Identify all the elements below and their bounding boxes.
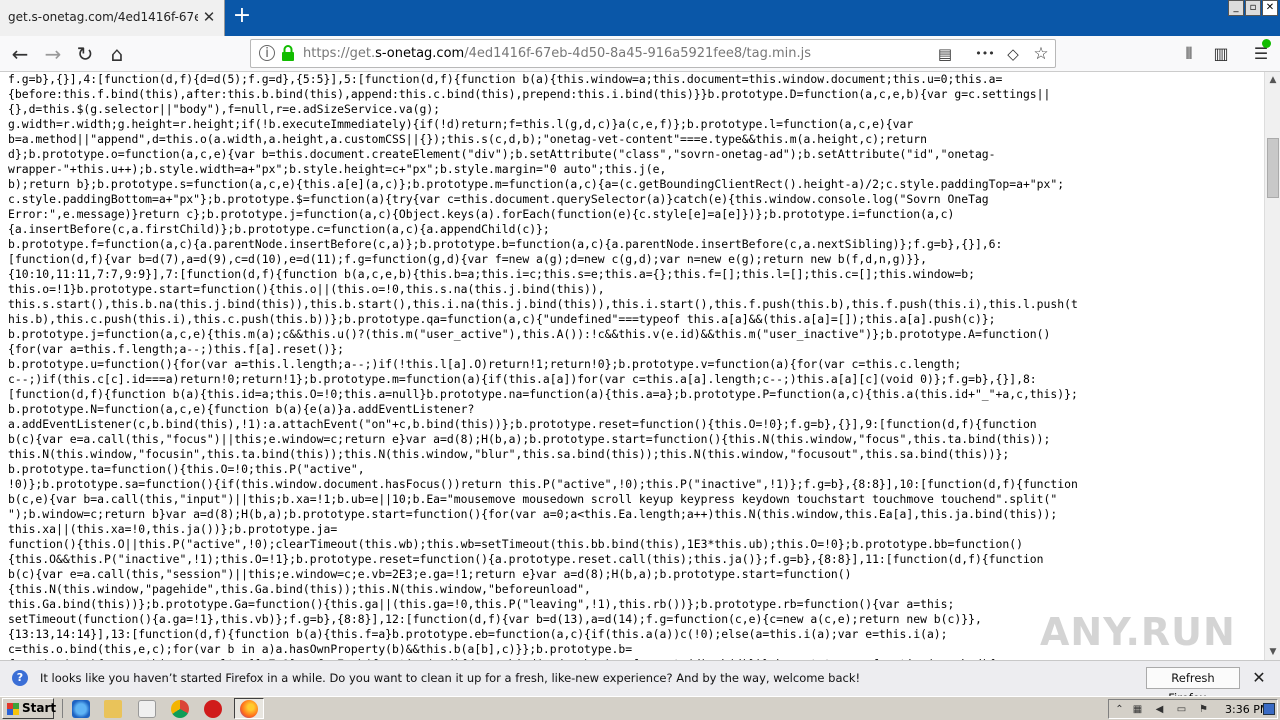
sidebar-icon[interactable]: ▥ bbox=[1210, 43, 1232, 65]
scroll-thumb[interactable] bbox=[1267, 138, 1279, 198]
minimize-button[interactable]: _ bbox=[1228, 0, 1244, 16]
library-icon[interactable]: ⫴ bbox=[1178, 43, 1200, 65]
code-line: g.width=r.width;g.height=r.height;if(!b.… bbox=[8, 117, 914, 131]
close-window-button[interactable]: ✕ bbox=[1262, 0, 1278, 16]
question-icon: ? bbox=[12, 670, 28, 686]
vertical-scrollbar[interactable]: ▲ ▼ bbox=[1264, 72, 1280, 660]
tab-close-icon[interactable]: ✕ bbox=[200, 8, 218, 26]
code-line: b(c){var e=a.call(this,"focus")||this;e.… bbox=[8, 432, 1051, 446]
code-line: {before:this.f.bind(this),after:this.b.b… bbox=[8, 87, 1051, 101]
scroll-down-icon[interactable]: ▼ bbox=[1265, 644, 1280, 660]
watermark-logo: ANY.RUN bbox=[1040, 610, 1236, 654]
code-line: ");b.window=c;return b}var a=d(8);H(b,a)… bbox=[8, 507, 1058, 521]
display-icon[interactable]: ▭ bbox=[1175, 703, 1188, 716]
tab-title: get.s-onetag.com/4ed1416f-67eb-4d50-8a45… bbox=[8, 10, 198, 24]
code-line: b.prototype.f=function(a,c){a.parentNode… bbox=[8, 237, 1003, 251]
firefox-icon bbox=[240, 700, 258, 718]
home-button[interactable]: ⌂ bbox=[103, 40, 131, 68]
taskbar: Start ⌃ ▦ ◀ ▭ ⚑ 3:36 PM bbox=[0, 696, 1280, 720]
code-line: {},d=this.$(g.selector||"body"),f=null,r… bbox=[8, 102, 441, 116]
url-text[interactable]: https://get.s-onetag.com/4ed1416f-67eb-4… bbox=[303, 46, 811, 61]
code-line: d};b.prototype.o=function(a,c,e){var b=t… bbox=[8, 147, 996, 161]
code-line: b.prototype.j=function(a,c,e){this.m(a);… bbox=[8, 327, 1051, 341]
reload-button[interactable]: ↻ bbox=[71, 40, 99, 68]
reader-view-icon[interactable]: ▤ bbox=[935, 44, 955, 64]
notification-text: It looks like you haven’t started Firefo… bbox=[40, 671, 861, 685]
code-line: b.prototype.ta=function(){this.O=!0;this… bbox=[8, 462, 365, 476]
info-icon[interactable]: i bbox=[259, 45, 275, 61]
window-controls: _ ▫ ✕ bbox=[1228, 0, 1280, 16]
maximize-button[interactable]: ▫ bbox=[1245, 0, 1261, 16]
code-line: b.prototype.u=function(){for(var a=this.… bbox=[8, 357, 962, 371]
code-line: b=a.method||"append",d=this.o(a.width,a.… bbox=[8, 132, 927, 146]
new-tab-button[interactable]: + bbox=[230, 4, 254, 28]
source-code: f.g=b},{}],4:[function(d,f){d=d(5);f.g=d… bbox=[0, 72, 1264, 660]
tab-strip: get.s-onetag.com/4ed1416f-67eb-4d50-8a45… bbox=[0, 0, 1280, 36]
network-icon[interactable]: ▦ bbox=[1131, 703, 1144, 716]
code-line: b(c){var e=a.call(this,"session")||this;… bbox=[8, 567, 852, 581]
code-line: function(){this.O||this.P("active",!0);c… bbox=[8, 537, 1023, 551]
code-line: c--;)if(this.c[c].id===a)return!0;return… bbox=[8, 372, 1037, 386]
windows-logo-icon bbox=[7, 703, 19, 715]
code-line: [function(d,f){function b(a){this.id=a;t… bbox=[8, 387, 1078, 401]
code-line: b(c,e){var b=a.call(this,"input")||this;… bbox=[8, 492, 1058, 506]
tab-active[interactable]: get.s-onetag.com/4ed1416f-67eb-4d50-8a45… bbox=[0, 0, 225, 36]
code-line: {a.insertBefore(c,a.firstChild)};b.proto… bbox=[8, 222, 550, 236]
update-badge-icon bbox=[1262, 39, 1271, 48]
system-tray: ⌃ ▦ ◀ ▭ ⚑ 3:36 PM bbox=[1108, 699, 1278, 719]
taskbar-firefox-window[interactable] bbox=[234, 698, 264, 719]
bookmark-star-icon[interactable]: ☆ bbox=[1031, 44, 1051, 64]
show-desktop-icon[interactable] bbox=[1263, 703, 1275, 715]
url-path: /4ed1416f-67eb-4d50-8a45-916a5921fee8/ta… bbox=[464, 46, 812, 61]
code-line: this.o=!1}b.prototype.start=function(){t… bbox=[8, 282, 605, 296]
code-line: this.N(this.window,"focusin",this.ta.bin… bbox=[8, 447, 1010, 461]
code-line: f.g=b},{}],4:[function(d,f){d=d(5);f.g=d… bbox=[8, 72, 1003, 86]
code-line: {this.N(this.window,"pagehide",this.Ga.b… bbox=[8, 582, 591, 596]
scroll-up-icon[interactable]: ▲ bbox=[1265, 72, 1280, 88]
code-line: {for(var a=this.f.length;a--;)this.f[a].… bbox=[8, 342, 345, 356]
page-actions-icon[interactable]: ••• bbox=[975, 44, 995, 64]
page-content[interactable]: f.g=b},{}],4:[function(d,f){d=d(5);f.g=d… bbox=[0, 72, 1264, 660]
code-line: b);return b};b.prototype.s=function(a,c,… bbox=[8, 177, 1065, 191]
folder-icon[interactable] bbox=[104, 700, 122, 718]
notification-bar: ? It looks like you haven’t started Fire… bbox=[0, 660, 1280, 705]
opera-icon[interactable] bbox=[204, 700, 222, 718]
url-prefix: https://get. bbox=[303, 46, 376, 61]
code-line: [function(d,f){var b=d(7),a=d(9),c=d(10)… bbox=[8, 252, 927, 266]
code-line: !0)};b.prototype.sa=function(){if(this.w… bbox=[8, 477, 1078, 491]
url-domain: s-onetag.com bbox=[375, 46, 465, 61]
taskbar-divider bbox=[62, 699, 63, 718]
url-bar[interactable]: i https://get.s-onetag.com/4ed1416f-67eb… bbox=[250, 39, 1056, 68]
flag-icon[interactable]: ⚑ bbox=[1197, 703, 1210, 716]
code-line: {this.O&&this.P("inactive",!1);this.O=!1… bbox=[8, 552, 1044, 566]
pocket-icon[interactable]: ◇ bbox=[1003, 44, 1023, 64]
tray-expand-icon[interactable]: ⌃ bbox=[1113, 703, 1126, 716]
code-line: a.addEventListener(c,b.bind(this),!1):a.… bbox=[8, 417, 1037, 431]
code-line: this.xa||(this.xa=!0,this.ja())};b.proto… bbox=[8, 522, 338, 536]
code-line: wrapper-"+this.u++);b.style.width=a+"px"… bbox=[8, 162, 667, 176]
chrome-icon[interactable] bbox=[171, 700, 189, 718]
start-button[interactable]: Start bbox=[2, 698, 57, 719]
code-line: his.b),this.c.push(this.i),this.c.push(t… bbox=[8, 312, 996, 326]
code-line: b.prototype.N=function(a,c,e){function b… bbox=[8, 402, 475, 416]
code-line: c.style.paddingBottom=a+"px"};b.prototyp… bbox=[8, 192, 989, 206]
start-label: Start bbox=[22, 701, 57, 715]
forward-button[interactable]: → bbox=[39, 40, 67, 68]
refresh-firefox-button[interactable]: Refresh Firefox… bbox=[1146, 667, 1240, 705]
lock-icon[interactable] bbox=[281, 45, 295, 61]
internet-explorer-icon[interactable] bbox=[72, 700, 90, 718]
media-player-icon[interactable] bbox=[138, 700, 156, 718]
back-button[interactable]: ← bbox=[6, 40, 34, 68]
notification-close-icon[interactable]: ✕ bbox=[1250, 669, 1268, 687]
code-line: Error:",e.message)}return c};b.prototype… bbox=[8, 207, 955, 221]
code-line: {10:10,11:11,7:7,9:9}],7:[function(d,f){… bbox=[8, 267, 975, 281]
code-line: this.s.start(),this.b.na(this.j.bind(thi… bbox=[8, 297, 1078, 311]
volume-icon[interactable]: ◀ bbox=[1153, 703, 1166, 716]
navigation-toolbar: ← → ↻ ⌂ i https://get.s-onetag.com/4ed14… bbox=[0, 36, 1280, 72]
